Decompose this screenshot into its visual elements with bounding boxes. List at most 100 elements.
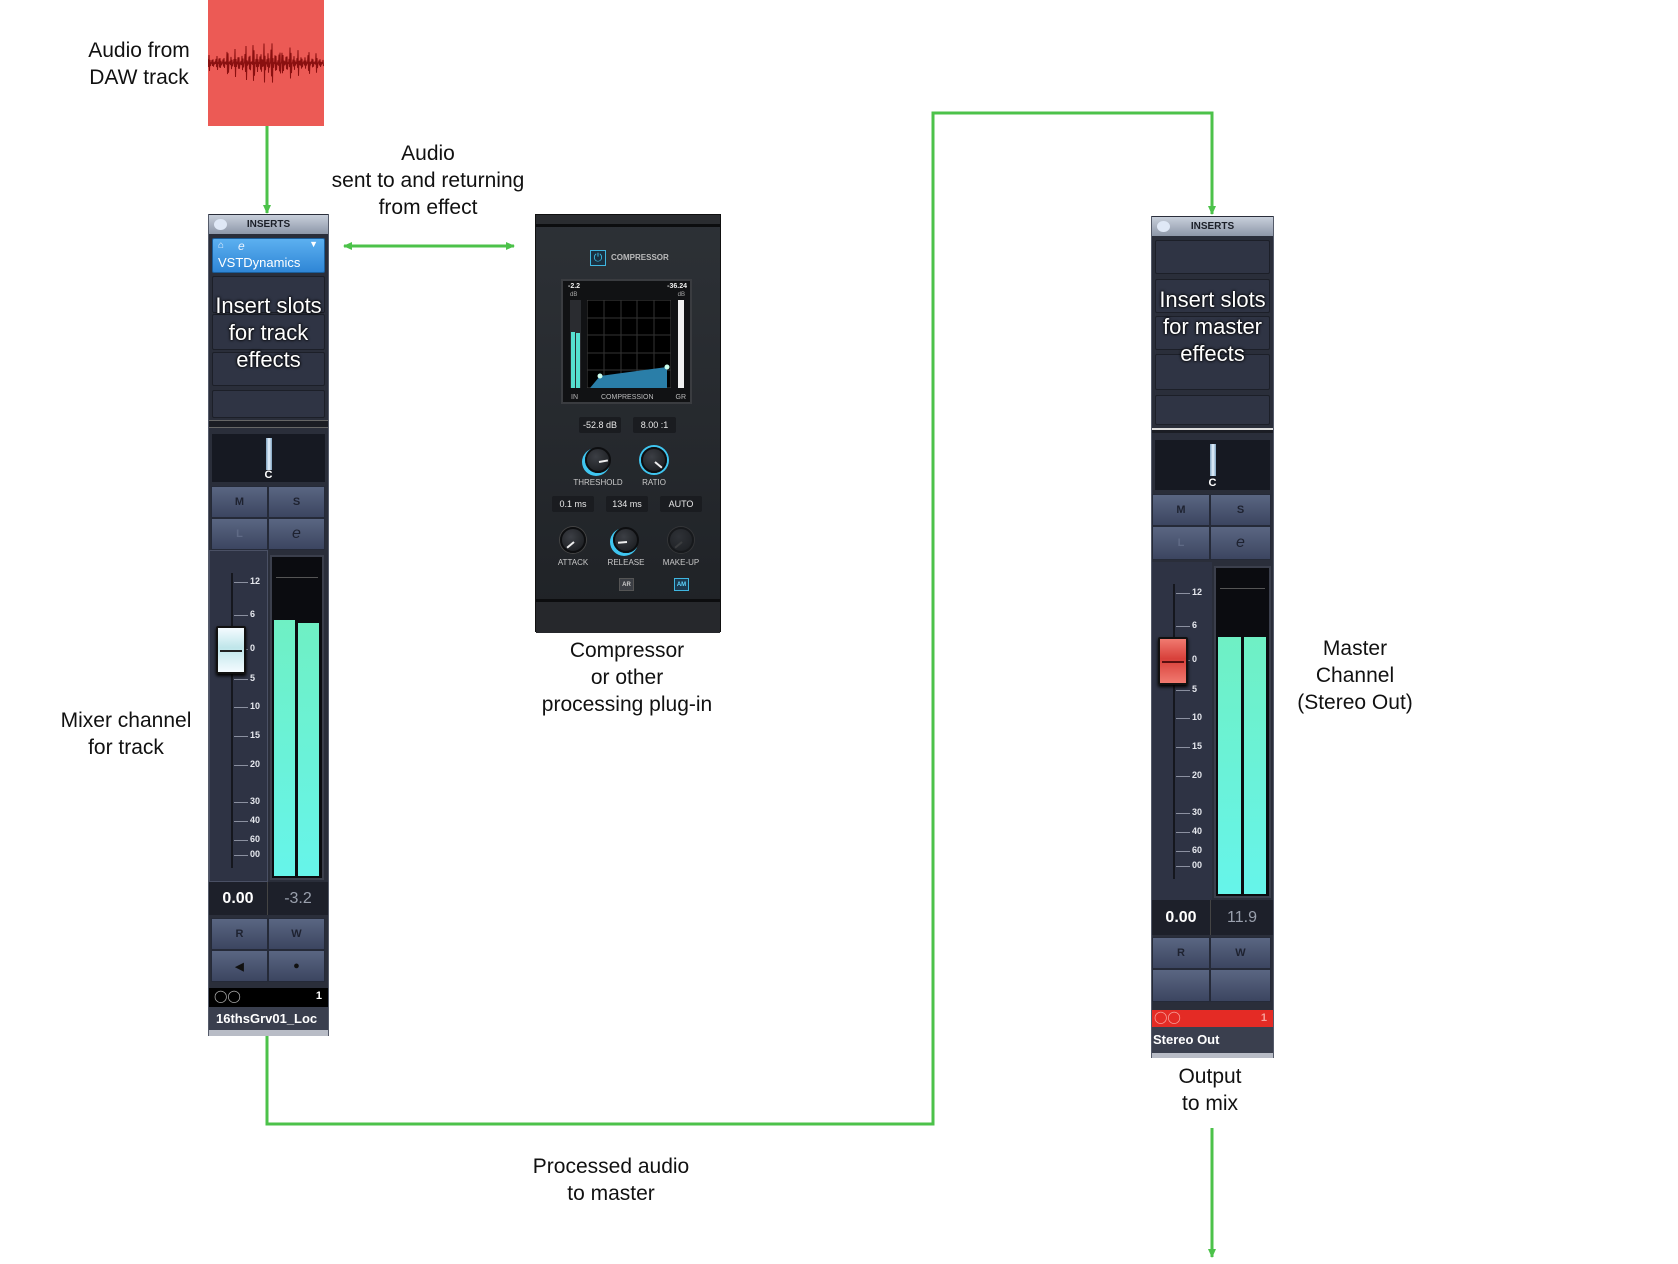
audio-waveform-clip <box>207 0 324 126</box>
label-plugin: Compressor or other processing plug-in <box>541 639 713 716</box>
scale-label: 5 <box>1192 684 1198 694</box>
scale-tick <box>234 802 248 803</box>
makeup-knob[interactable] <box>668 527 694 553</box>
scale-tick <box>234 855 248 856</box>
makeup-value[interactable]: AUTO <box>660 496 702 512</box>
scale-label: 15 <box>250 730 261 740</box>
read-automation-button[interactable]: R <box>211 918 268 950</box>
plugin-title: COMPRESSOR <box>611 253 669 262</box>
scale-label: 0 <box>250 643 256 653</box>
fader-track <box>1173 584 1175 879</box>
ratio-knob[interactable] <box>641 447 667 473</box>
insert-edit-icon[interactable]: e <box>238 239 245 253</box>
volume-fader-handle[interactable] <box>216 626 246 674</box>
label-processed: Processed audio to master <box>532 1155 690 1205</box>
insert-bypass-icon[interactable]: ⌂ <box>218 240 224 251</box>
write-automation-button[interactable]: W <box>1210 937 1271 969</box>
ratio-value[interactable]: 8.00 :1 <box>633 417 676 433</box>
insert-slot[interactable] <box>212 390 325 418</box>
scale-tick <box>1176 813 1190 814</box>
insert-menu-chevron-icon[interactable]: ▼ <box>309 239 318 249</box>
scale-tick <box>1176 776 1190 777</box>
threshold-value[interactable]: -52.8 dB <box>579 417 621 433</box>
mute-button[interactable]: M <box>211 486 268 518</box>
pan-control[interactable]: C <box>212 434 325 482</box>
scale-tick <box>1176 866 1190 867</box>
scale-tick <box>1176 718 1190 719</box>
level-meter <box>1214 566 1271 898</box>
channel-number-bar: ◯◯ 1 <box>209 988 328 1007</box>
insert-slot[interactable] <box>1155 240 1270 274</box>
arrow-channel-to-master <box>265 111 1216 1126</box>
write-automation-button[interactable]: W <box>268 918 325 950</box>
channel-name[interactable]: Stereo Out <box>1152 1027 1273 1053</box>
peak-value: 11.9 <box>1210 900 1273 935</box>
solo-button[interactable]: S <box>268 486 325 518</box>
pan-value: C <box>1208 477 1217 489</box>
attack-knob[interactable] <box>560 527 586 553</box>
channel-color-strip <box>1152 1053 1273 1058</box>
insert-slots-annotation: Insert slots for track effects <box>215 293 322 372</box>
peak-hold-line <box>1220 588 1265 589</box>
insert-name: VSTDynamics <box>218 255 301 270</box>
read-automation-button[interactable]: R <box>1152 937 1210 969</box>
auto-makeup-button[interactable]: AM <box>674 578 689 591</box>
insert-slot[interactable] <box>1155 395 1270 425</box>
mute-button[interactable]: M <box>1152 494 1210 526</box>
plugin-bottom-band <box>536 599 720 633</box>
channel-name[interactable]: 16thsGrv01_Loc <box>209 1007 328 1030</box>
threshold-label: THRESHOLD <box>573 478 623 487</box>
listen-button[interactable]: L <box>211 518 268 550</box>
compression-label: COMPRESSION <box>601 394 654 401</box>
inserts-power-icon[interactable] <box>214 219 227 230</box>
scale-label: 00 <box>1192 860 1203 870</box>
input-level-value: -2.2 <box>568 283 581 290</box>
attack-label: ATTACK <box>557 558 589 567</box>
scale-tick <box>234 765 248 766</box>
threshold-knob[interactable] <box>585 447 611 473</box>
insert-slot-vstdynamics[interactable]: ⌂ e ▼ VSTDynamics <box>212 238 325 273</box>
meter-fill <box>1243 637 1266 894</box>
solo-button[interactable]: S <box>1210 494 1271 526</box>
level-meter <box>270 555 324 880</box>
scale-label: 40 <box>1192 826 1203 836</box>
stereo-link-icon[interactable]: ◯◯ <box>1154 1010 1181 1024</box>
monitor-button[interactable]: ◀ <box>211 950 268 982</box>
in-label: IN <box>571 394 578 401</box>
edit-channel-button[interactable]: e <box>1210 526 1271 560</box>
scale-tick <box>234 582 248 583</box>
attack-value[interactable]: 0.1 ms <box>552 496 594 512</box>
scale-label: 20 <box>1192 770 1203 780</box>
compressor-plugin: ⏻ COMPRESSOR -2.2 dB -36.24 dB IN COMPRE… <box>535 214 721 633</box>
power-button[interactable]: ⏻ <box>590 250 606 266</box>
record-arm-button[interactable]: ● <box>268 950 325 982</box>
volume-fader-handle[interactable] <box>1158 637 1188 685</box>
label-output: Output to mix <box>1178 1065 1242 1115</box>
fader-section: 12 6 0 5 10 15 20 30 40 60 00 <box>209 550 268 882</box>
release-knob[interactable] <box>613 527 639 553</box>
scale-label: 12 <box>1192 587 1203 597</box>
scale-label: 5 <box>250 673 256 683</box>
release-value[interactable]: 134 ms <box>606 496 648 512</box>
label-audio-source: Audio from DAW track <box>88 39 190 89</box>
pan-control[interactable]: C <box>1155 440 1270 490</box>
stereo-link-icon[interactable]: ◯◯ <box>214 989 241 1003</box>
scale-tick <box>1176 593 1190 594</box>
inserts-power-icon[interactable] <box>1157 221 1170 232</box>
scale-label: 60 <box>1192 845 1203 855</box>
channel-color-strip <box>209 1030 328 1036</box>
compression-curve <box>587 300 671 388</box>
channel-number: 1 <box>315 990 322 1002</box>
listen-button[interactable]: L <box>1152 526 1210 560</box>
auto-release-button[interactable]: AR <box>619 578 634 591</box>
empty-button <box>1152 969 1210 1002</box>
scale-tick <box>1176 851 1190 852</box>
scale-tick <box>1176 626 1190 627</box>
volume-value[interactable]: 0.00 <box>1152 900 1210 935</box>
gain-reduction-value: -36.24 <box>667 283 687 290</box>
edit-channel-button[interactable]: e <box>268 518 325 550</box>
label-master-channel: Master Channel (Stereo Out) <box>1297 637 1413 714</box>
scale-label: 15 <box>1192 741 1203 751</box>
volume-value[interactable]: 0.00 <box>209 882 267 915</box>
scale-label: 12 <box>250 576 261 586</box>
